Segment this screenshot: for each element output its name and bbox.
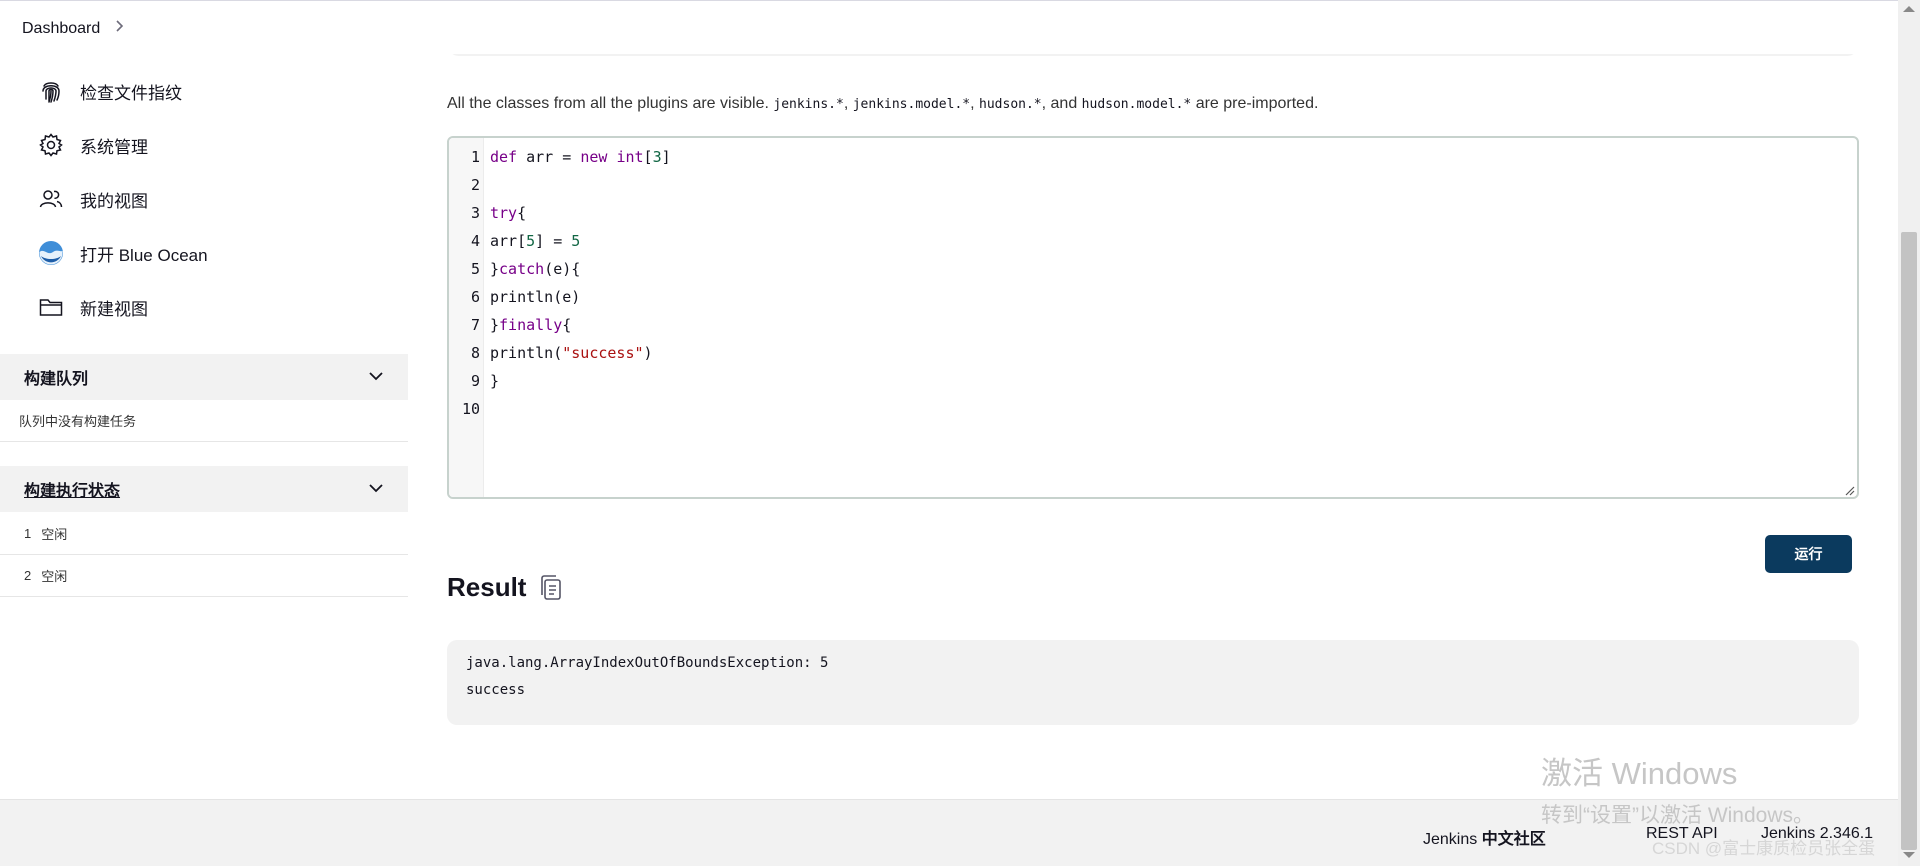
- line-number: 1: [470, 148, 480, 166]
- description-text: All the classes from all the plugins are…: [447, 95, 774, 112]
- code-line: }catch(e){: [490, 260, 581, 278]
- sidebar-item-blue-ocean[interactable]: 打开 Blue Ocean: [38, 238, 208, 268]
- description-text: ,: [970, 95, 980, 112]
- output-line: java.lang.ArrayIndexOutOfBoundsException…: [466, 655, 829, 671]
- footer-community-prefix: Jenkins: [1423, 831, 1482, 848]
- executor-row: 2 空闲: [0, 555, 408, 597]
- people-icon: [38, 186, 64, 212]
- breadcrumb-dashboard[interactable]: Dashboard: [22, 20, 100, 38]
- description-text: , and: [1041, 95, 1082, 112]
- scroll-up-arrow-icon[interactable]: [1903, 6, 1915, 12]
- fingerprint-icon: [38, 78, 64, 104]
- code-line: def arr = new int[3]: [490, 148, 671, 166]
- code-line: arr[5] = 5: [490, 232, 581, 250]
- line-number: 3: [470, 204, 480, 222]
- line-number: 6: [470, 288, 480, 306]
- build-queue-empty: 队列中没有构建任务: [0, 400, 408, 442]
- executor-status: 空闲: [41, 527, 68, 542]
- code-line: try{: [490, 204, 527, 222]
- folder-icon: [38, 294, 64, 320]
- executor-number: 2: [24, 568, 32, 583]
- sidebar-item-my-views[interactable]: 我的视图: [38, 184, 148, 214]
- executor-number: 1: [24, 526, 32, 541]
- scroll-down-arrow-icon[interactable]: [1903, 852, 1915, 858]
- sidebar-item-label: 我的视图: [80, 191, 148, 211]
- activate-title: 激活 Windows: [1541, 756, 1738, 791]
- output-line: success: [466, 682, 526, 698]
- blue-ocean-icon: [38, 240, 64, 266]
- sidebar-item-new-view[interactable]: 新建视图: [38, 292, 148, 322]
- activate-subtitle: 转到“设置”以激活 Windows。: [1541, 804, 1815, 827]
- result-heading: Result: [447, 572, 562, 603]
- chevron-down-icon[interactable]: [368, 368, 384, 386]
- resize-handle-icon[interactable]: [1843, 483, 1855, 496]
- code-line: println("success"): [490, 344, 653, 362]
- page-scrollbar[interactable]: [1898, 0, 1920, 866]
- chevron-right-icon[interactable]: [114, 19, 124, 38]
- code-line: }: [490, 372, 500, 390]
- result-title: Result: [447, 572, 527, 602]
- breadcrumb: Dashboard: [22, 19, 124, 38]
- windows-activation-watermark: 激活 Windows 转到“设置”以激活 Windows。: [1541, 748, 1814, 829]
- description-text: are pre-imported.: [1191, 95, 1319, 112]
- sidebar-item-label: 检查文件指纹: [80, 83, 182, 103]
- sidebar-item-label: 系统管理: [80, 137, 148, 157]
- top-bar: Dashboard: [0, 0, 1898, 54]
- description-text: ,: [843, 95, 853, 112]
- build-queue-title: 构建队列: [24, 371, 89, 388]
- run-button[interactable]: 运行: [1765, 535, 1852, 573]
- line-number: 7: [470, 316, 480, 334]
- line-number: 9: [470, 372, 480, 390]
- code-line: println(e): [490, 288, 581, 306]
- import-package: jenkins.model.*: [852, 97, 971, 112]
- sidebar-item-label: 打开 Blue Ocean: [80, 245, 208, 265]
- script-editor[interactable]: 1 2 3 4 5 6 7 8 9 10 def arr = new int[3…: [447, 136, 1859, 499]
- sidebar-item-label: 新建视图: [80, 299, 148, 319]
- csdn-watermark: CSDN @富士康质检员张全蛋: [1652, 839, 1876, 858]
- executor-status: 空闲: [41, 569, 68, 584]
- sidebar-item-fingerprint[interactable]: 检查文件指纹: [38, 76, 182, 106]
- sidebar: 检查文件指纹 系统管理 我的视图 打开 Blue Ocean 新建视图 构建队列…: [0, 54, 408, 799]
- line-number: 8: [470, 344, 480, 362]
- sidebar-item-manage[interactable]: 系统管理: [38, 130, 148, 160]
- executor-row: 1 空闲: [0, 513, 408, 555]
- result-output: java.lang.ArrayIndexOutOfBoundsException…: [447, 640, 1859, 725]
- line-number: 2: [470, 176, 480, 194]
- executors-title[interactable]: 构建执行状态: [24, 477, 120, 501]
- footer-community-bold: 中文社区: [1481, 831, 1546, 848]
- executors-header[interactable]: 构建执行状态: [0, 466, 408, 512]
- scrollbar-thumb[interactable]: [1901, 232, 1917, 850]
- line-number: 4: [470, 232, 480, 250]
- build-queue-header[interactable]: 构建队列: [0, 354, 408, 400]
- import-package: jenkins.*: [773, 97, 844, 112]
- line-number: 10: [461, 400, 480, 418]
- line-number: 5: [470, 260, 480, 278]
- copy-clipboard-icon[interactable]: [540, 574, 562, 601]
- import-package: hudson.model.*: [1081, 97, 1192, 112]
- code-line: }finally{: [490, 316, 572, 334]
- chevron-down-icon[interactable]: [368, 480, 384, 498]
- script-console-description: All the classes from all the plugins are…: [447, 95, 1318, 113]
- jenkins-script-console: Dashboard 检查文件指纹 系统管理 我的视图 打开 Blue Ocean…: [0, 0, 1920, 866]
- line-number-gutter: 1 2 3 4 5 6 7 8 9 10: [449, 138, 484, 497]
- footer-community-link[interactable]: Jenkins 中文社区: [1423, 825, 1546, 849]
- import-package: hudson.*: [979, 97, 1042, 112]
- gear-icon: [38, 132, 64, 158]
- build-queue-empty-text: 队列中没有构建任务: [19, 414, 137, 429]
